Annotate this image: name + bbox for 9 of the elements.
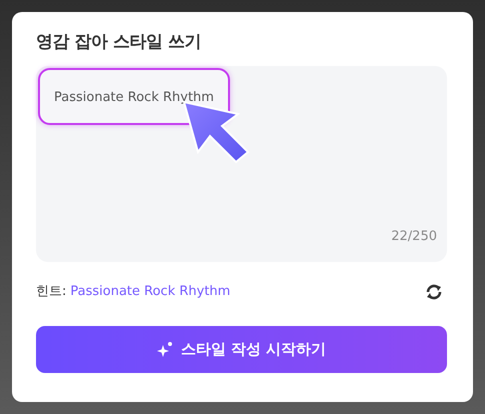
hint-link[interactable]: Passionate Rock Rhythm	[70, 282, 230, 302]
hint-label: 힌트:	[36, 283, 66, 302]
prompt-field[interactable]: Passionate Rock Rhythm 22/250	[36, 66, 447, 262]
start-button[interactable]: 스타일 작성 시작하기	[36, 326, 447, 373]
section-title: 영감 잡아 스타일 쓰기	[36, 32, 202, 52]
field-value: Passionate Rock Rhythm	[54, 90, 214, 106]
refresh-icon[interactable]	[425, 283, 443, 302]
sparkle-icon	[156, 341, 173, 358]
character-counter: 22/250	[391, 228, 437, 246]
